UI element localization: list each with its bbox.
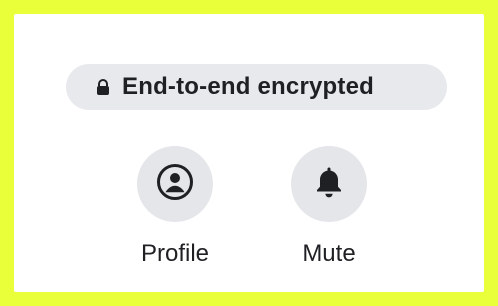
mute-button[interactable] [291, 146, 367, 222]
encryption-badge: End-to-end encrypted [66, 64, 447, 110]
user-circle-icon [155, 162, 195, 207]
conversation-info-panel: End-to-end encrypted Profile Mute [14, 14, 484, 292]
profile-action[interactable]: Profile [115, 146, 235, 276]
encryption-label: End-to-end encrypted [122, 73, 375, 100]
mute-label: Mute [302, 240, 356, 267]
mute-action[interactable]: Mute [269, 146, 389, 276]
profile-label: Profile [140, 240, 210, 267]
lock-icon [94, 78, 112, 96]
bell-icon [309, 162, 349, 207]
profile-button[interactable] [137, 146, 213, 222]
